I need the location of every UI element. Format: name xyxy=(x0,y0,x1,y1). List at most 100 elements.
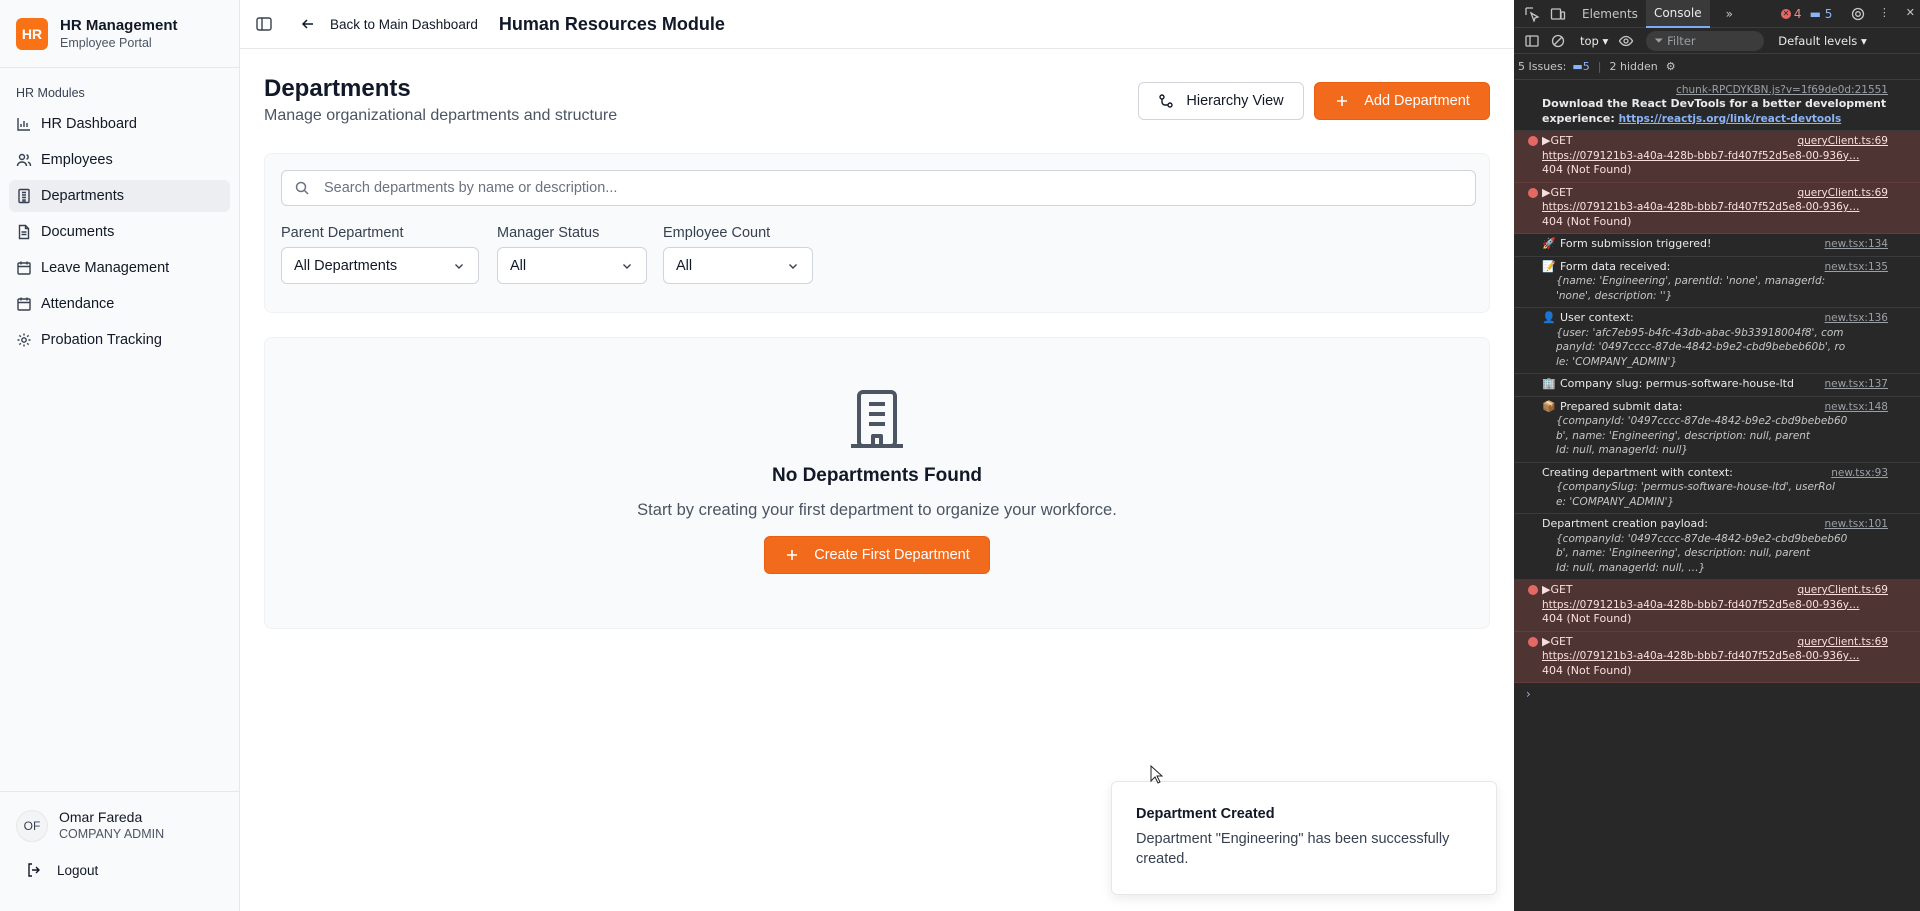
employee-count-select[interactable]: All xyxy=(663,247,813,284)
sidebar-toggle-icon[interactable] xyxy=(254,14,274,34)
create-first-department-button[interactable]: Create First Department xyxy=(764,536,990,574)
console-toolbar: top ▾ ⏷ Filter Default levels ▾ xyxy=(1514,28,1920,54)
tab-elements[interactable]: Elements xyxy=(1582,0,1638,28)
parent-department-select[interactable]: All Departments xyxy=(281,247,479,284)
log-source-link[interactable]: new.tsx:136 xyxy=(1825,311,1888,326)
issues-bar[interactable]: 5 Issues: ▬ 5 | 2 hidden ⚙ xyxy=(1514,54,1920,80)
devtools-badges[interactable]: ✕ 4 ▬ 5 xyxy=(1780,6,1832,21)
log-object[interactable]: {name: 'Engineering', parentId: 'none', … xyxy=(1514,274,1920,303)
gear-icon xyxy=(17,333,31,347)
console-prompt[interactable]: › xyxy=(1514,683,1920,701)
logout-button[interactable]: Logout xyxy=(26,862,239,878)
settings-icon[interactable]: ⚙ xyxy=(1666,60,1676,73)
log-source-link[interactable]: queryClient.ts:69 xyxy=(1797,186,1888,201)
error-icon xyxy=(1528,585,1538,595)
calendar-icon xyxy=(17,297,31,311)
log-object[interactable]: {user: 'afc7eb95-b4fc-43db-abac-9b339180… xyxy=(1514,326,1920,370)
filter-icon: ⏷ xyxy=(1654,33,1668,47)
kebab-menu-icon[interactable]: ⋮ xyxy=(1876,6,1892,22)
empty-state: No Departments Found Start by creating y… xyxy=(264,337,1490,629)
console-error: queryClient.ts:69 ▶GET https://079121b3-… xyxy=(1514,131,1920,183)
console-message: new.tsx:101 Department creation payload:… xyxy=(1514,514,1920,580)
manager-status-select[interactable]: All xyxy=(497,247,647,284)
devtools-panel: Elements Console » ✕ 4 ▬ 5 ⋮ ✕ top ▾ ⏷ Fi… xyxy=(1514,0,1920,911)
log-object[interactable]: {companyId: '0497cccc-87de-4842-b9e2-cbd… xyxy=(1514,532,1920,576)
log-source-link[interactable]: new.tsx:101 xyxy=(1825,517,1888,532)
building-icon: 🏢 xyxy=(1542,377,1556,390)
mouse-cursor-icon xyxy=(1150,765,1163,784)
log-levels-dropdown[interactable]: Default levels ▾ xyxy=(1778,34,1866,48)
console-message: new.tsx:135 📝 Form data received: {name: … xyxy=(1514,257,1920,308)
sidebar-item-label: Documents xyxy=(41,224,115,240)
gear-icon[interactable] xyxy=(1850,6,1866,22)
package-icon: 📦 xyxy=(1542,399,1556,413)
sidebar-item-documents[interactable]: Documents xyxy=(9,216,230,248)
back-to-dashboard-link[interactable]: Back to Main Dashboard xyxy=(300,16,478,32)
log-object[interactable]: {companySlug: 'permus-software-house-ltd… xyxy=(1514,480,1920,509)
log-source-link[interactable]: new.tsx:93 xyxy=(1831,466,1888,481)
brand-subtitle: Employee Portal xyxy=(60,35,152,50)
sidebar-item-employees[interactable]: Employees xyxy=(9,144,230,176)
hierarchy-view-button[interactable]: Hierarchy View xyxy=(1138,82,1304,120)
log-url[interactable]: https://079121b3-a40a-428b-bbb7-fd407f52… xyxy=(1514,598,1920,613)
plus-icon xyxy=(1337,96,1348,106)
sidebar-item-hr-dashboard[interactable]: HR Dashboard xyxy=(9,108,230,140)
file-icon xyxy=(18,224,30,240)
filter-manager-status: Manager Status All xyxy=(497,224,647,284)
create-first-department-label: Create First Department xyxy=(814,547,970,563)
chevron-down-icon xyxy=(623,263,631,269)
filter-label: Parent Department xyxy=(281,225,404,241)
log-object[interactable]: {companyId: '0497cccc-87de-4842-b9e2-cbd… xyxy=(1514,414,1920,458)
inspect-element-icon[interactable] xyxy=(1524,6,1540,22)
log-source-link[interactable]: queryClient.ts:69 xyxy=(1797,134,1888,149)
log-source-link[interactable]: new.tsx:148 xyxy=(1825,400,1888,415)
console-filter-input[interactable]: ⏷ Filter xyxy=(1646,30,1765,51)
sidebar-item-leave-management[interactable]: Leave Management xyxy=(9,252,230,284)
module-title: Human Resources Module xyxy=(498,13,725,34)
eye-icon[interactable] xyxy=(1618,33,1634,49)
issues-label: 5 Issues: xyxy=(1518,60,1567,73)
search-input[interactable] xyxy=(324,180,1424,196)
more-tabs-icon[interactable]: » xyxy=(1726,0,1733,28)
log-source-link[interactable]: new.tsx:135 xyxy=(1825,260,1888,275)
log-url[interactable]: https://079121b3-a40a-428b-bbb7-fd407f52… xyxy=(1514,649,1920,664)
log-url[interactable]: https://reactjs.org/link/react-devtools xyxy=(1619,113,1842,125)
sidebar-item-attendance[interactable]: Attendance xyxy=(9,288,230,320)
device-toolbar-icon[interactable] xyxy=(1550,6,1566,22)
close-icon[interactable]: ✕ xyxy=(1902,6,1918,22)
console-error: queryClient.ts:69 ▶GET https://079121b3-… xyxy=(1514,182,1920,234)
add-department-label: Add Department xyxy=(1364,93,1470,109)
filter-parent-department: Parent Department All Departments xyxy=(281,224,479,284)
top-bar: Back to Main Dashboard Human Resources M… xyxy=(240,0,1514,49)
log-source-link[interactable]: queryClient.ts:69 xyxy=(1797,583,1888,598)
page-header: Departments Manage organizational depart… xyxy=(264,49,1490,129)
tab-console[interactable]: Console xyxy=(1645,0,1710,28)
sidebar: HR HR Management Employee Portal HR Modu… xyxy=(0,0,240,911)
log-source-link[interactable]: new.tsx:137 xyxy=(1825,377,1888,392)
sidebar-item-label: Leave Management xyxy=(41,260,170,276)
log-source-link[interactable]: chunk-RPCDYKBN.js?v=1f69de0d:21551 xyxy=(1676,83,1888,98)
brand: HR HR Management Employee Portal xyxy=(0,0,239,68)
clear-console-icon[interactable] xyxy=(1550,33,1566,49)
log-status: 404 (Not Found) xyxy=(1542,663,1632,677)
message-icon: ▬ xyxy=(1809,6,1825,21)
issues-icon: ▬ xyxy=(1572,60,1583,73)
sidebar-item-probation-tracking[interactable]: Probation Tracking xyxy=(9,324,230,356)
sidebar-item-label: HR Dashboard xyxy=(41,116,137,132)
sidebar-item-departments[interactable]: Departments xyxy=(9,180,230,212)
sidebar-toggle-icon[interactable] xyxy=(1524,33,1540,49)
console-log-list: chunk-RPCDYKBN.js?v=1f69de0d:21551 Downl… xyxy=(1514,80,1920,701)
log-url[interactable]: https://079121b3-a40a-428b-bbb7-fd407f52… xyxy=(1514,200,1920,215)
add-department-button[interactable]: Add Department xyxy=(1314,82,1490,120)
user-profile: OF Omar Fareda COMPANY ADMIN xyxy=(0,792,239,842)
success-toast[interactable]: Department Created Department "Engineeri… xyxy=(1111,781,1497,895)
rocket-icon: 🚀 xyxy=(1542,237,1556,250)
logout-label: Logout xyxy=(57,862,99,878)
log-status: 404 (Not Found) xyxy=(1542,214,1632,228)
users-icon xyxy=(16,153,32,167)
context-selector[interactable]: top ▾ xyxy=(1580,34,1608,48)
log-source-link[interactable]: queryClient.ts:69 xyxy=(1797,635,1888,650)
log-url[interactable]: https://079121b3-a40a-428b-bbb7-fd407f52… xyxy=(1514,149,1920,164)
log-source-link[interactable]: new.tsx:134 xyxy=(1825,237,1888,252)
filter-label: Manager Status xyxy=(497,225,600,241)
